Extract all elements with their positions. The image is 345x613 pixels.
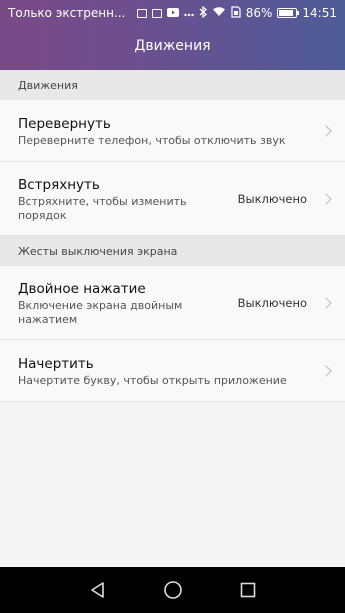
sim-icon	[231, 5, 241, 21]
bluetooth-icon	[199, 5, 207, 21]
chevron-right-icon	[320, 193, 332, 205]
status-bar: Только экстренн... 86% 14:51	[0, 0, 345, 26]
recents-icon[interactable]	[237, 579, 259, 601]
item-title: Встряхнуть	[18, 177, 100, 193]
chevron-right-icon	[320, 297, 332, 309]
list-item-flip[interactable]: Перевернуть Переверните телефон, чтобы о…	[0, 100, 345, 162]
item-subtitle: Встряхните, чтобы изменить порядок	[18, 195, 187, 222]
section-header-screen-off-gestures: Жесты выключения экрана	[0, 236, 345, 266]
image-icon	[151, 8, 162, 18]
battery-fill	[279, 10, 294, 16]
item-value: Выключено	[237, 192, 307, 206]
chevron-right-icon	[320, 365, 332, 377]
item-value: Выключено	[237, 296, 307, 310]
item-title: Двойное нажатие	[18, 281, 146, 297]
app-header: Только экстренн... 86% 14:51 Движения	[0, 0, 345, 70]
clock: 14:51	[302, 6, 337, 20]
wifi-icon	[212, 6, 226, 20]
item-title: Начертить	[18, 356, 94, 372]
navigation-bar	[0, 567, 345, 613]
item-title: Перевернуть	[18, 116, 111, 132]
item-subtitle: Начертите букву, чтобы открыть приложени…	[18, 374, 287, 387]
battery-percent: 86%	[245, 6, 273, 20]
chevron-right-icon	[320, 125, 332, 137]
status-icons: 86% 14:51	[136, 5, 337, 21]
back-icon[interactable]	[87, 579, 109, 601]
section-header-motions: Движения	[0, 70, 345, 100]
youtube-icon	[166, 6, 179, 20]
keyboard-icon	[136, 8, 147, 18]
list-item-shake[interactable]: Встряхнуть Встряхните, чтобы изменить по…	[0, 162, 345, 236]
item-subtitle: Переверните телефон, чтобы отключить зву…	[18, 134, 286, 147]
battery-icon	[277, 8, 300, 18]
home-icon[interactable]	[162, 579, 184, 601]
carrier-label: Только экстренн...	[8, 6, 126, 20]
list-item-double-tap[interactable]: Двойное нажатие Включение экрана двойным…	[0, 266, 345, 340]
item-subtitle: Включение экрана двойным нажатием	[18, 299, 183, 326]
more-icon	[184, 6, 194, 20]
list-item-draw[interactable]: Начертить Начертите букву, чтобы открыть…	[0, 340, 345, 402]
page-title: Движения	[134, 38, 211, 54]
